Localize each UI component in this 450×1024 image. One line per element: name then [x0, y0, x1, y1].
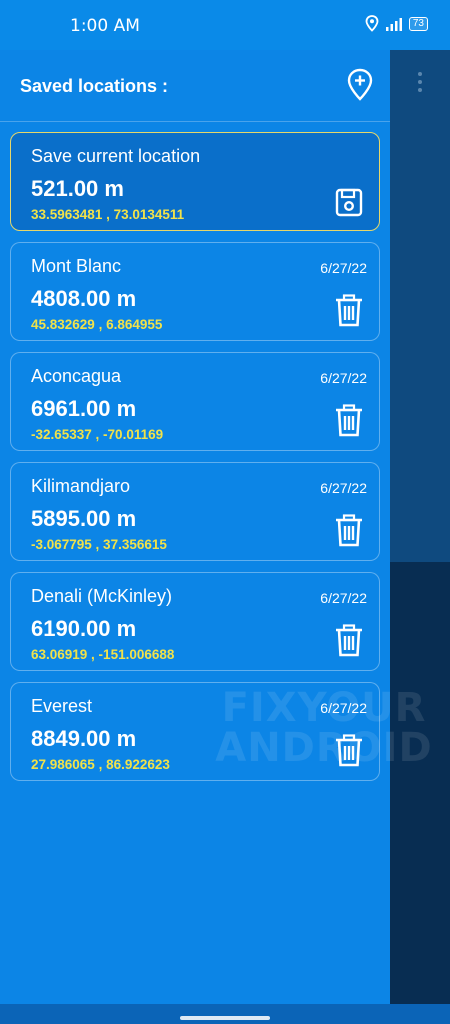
- background-scrim-lower[interactable]: [390, 562, 450, 1004]
- location-card-mont-blanc[interactable]: Mont Blanc 6/27/22 4808.00 m 45.832629 ,…: [10, 242, 380, 341]
- signal-icon: [385, 17, 402, 31]
- delete-icon[interactable]: [334, 404, 364, 438]
- card-altitude: 8849.00 m: [31, 726, 137, 751]
- card-coordinates: 63.06919 , -151.006688: [31, 647, 175, 662]
- status-time: 1:00 AM: [70, 16, 140, 36]
- saved-locations-drawer: Saved locations : Save current location …: [0, 50, 390, 1004]
- card-date: 6/27/22: [320, 370, 367, 386]
- battery-icon: 73: [408, 16, 428, 31]
- card-altitude: 5895.00 m: [31, 506, 137, 531]
- card-altitude: 521.00 m: [31, 176, 124, 201]
- card-altitude: 4808.00 m: [31, 286, 137, 311]
- navigation-bar: [0, 1004, 450, 1024]
- add-location-icon[interactable]: [346, 68, 374, 102]
- card-date: 6/27/22: [320, 260, 367, 276]
- background-scrim[interactable]: [390, 50, 450, 562]
- card-date: 6/27/22: [320, 590, 367, 606]
- card-name: Denali (McKinley): [31, 586, 173, 606]
- location-card-everest[interactable]: Everest 6/27/22 8849.00 m 27.986065 , 86…: [10, 682, 380, 781]
- location-card-denali[interactable]: Denali (McKinley) 6/27/22 6190.00 m 63.0…: [10, 572, 380, 671]
- card-name: Everest: [31, 696, 93, 716]
- overflow-menu-icon[interactable]: [415, 72, 425, 92]
- current-location-card[interactable]: Save current location 521.00 m 33.596348…: [10, 132, 380, 231]
- location-card-aconcagua[interactable]: Aconcagua 6/27/22 6961.00 m -32.65337 , …: [10, 352, 380, 451]
- card-coordinates: 27.986065 , 86.922623: [31, 757, 170, 772]
- card-coordinates: 45.832629 , 6.864955: [31, 317, 163, 332]
- card-coordinates: 33.5963481 , 73.0134511: [31, 207, 185, 222]
- card-name: Kilimandjaro: [31, 476, 131, 496]
- card-coordinates: -32.65337 , -70.01169: [31, 427, 164, 442]
- location-icon: [365, 15, 379, 32]
- card-coordinates: -3.067795 , 37.356615: [31, 537, 167, 552]
- status-icons: 73: [365, 15, 428, 32]
- card-name: Mont Blanc: [31, 256, 122, 276]
- home-gesture-handle[interactable]: [180, 1016, 270, 1020]
- save-icon[interactable]: [334, 186, 364, 220]
- card-altitude: 6961.00 m: [31, 396, 137, 421]
- delete-icon[interactable]: [334, 514, 364, 548]
- card-date: 6/27/22: [320, 700, 367, 716]
- card-name: Save current location: [31, 146, 201, 166]
- drawer-header: Saved locations :: [0, 50, 390, 122]
- location-card-kilimandjaro[interactable]: Kilimandjaro 6/27/22 5895.00 m -3.067795…: [10, 462, 380, 561]
- delete-icon[interactable]: [334, 294, 364, 328]
- delete-icon[interactable]: [334, 624, 364, 658]
- drawer-title: Saved locations :: [20, 76, 169, 96]
- card-name: Aconcagua: [31, 366, 122, 386]
- status-bar: 1:00 AM 73: [0, 0, 450, 50]
- delete-icon[interactable]: [334, 734, 364, 768]
- card-date: 6/27/22: [320, 480, 367, 496]
- card-altitude: 6190.00 m: [31, 616, 137, 641]
